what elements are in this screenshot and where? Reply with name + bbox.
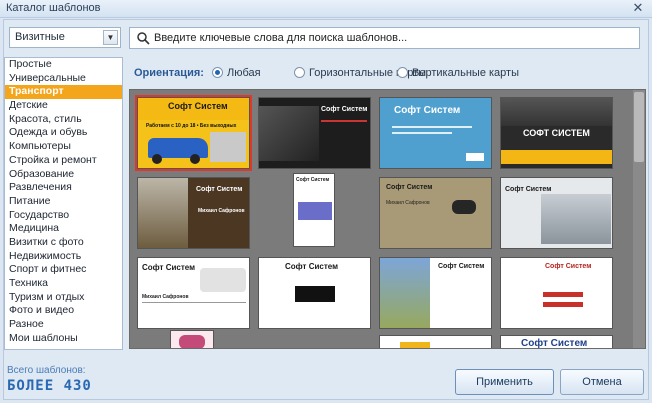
template-card[interactable]: Софт Систем: [258, 97, 371, 169]
card-name: Михаил Сафронов: [142, 294, 189, 300]
category-item[interactable]: Простые: [5, 58, 122, 72]
card-title: Софт Систем: [394, 105, 461, 116]
template-card[interactable]: Софт Систем: [293, 173, 335, 247]
category-item-selected[interactable]: Транспорт: [5, 85, 122, 100]
template-card[interactable]: [379, 335, 492, 348]
cancel-button[interactable]: Отмена: [560, 369, 644, 395]
category-item[interactable]: Туризм и отдых: [5, 291, 122, 305]
category-item[interactable]: Стройка и ремонт: [5, 154, 122, 168]
category-item[interactable]: Техника: [5, 277, 122, 291]
card-title: Софт Систем: [545, 263, 592, 270]
card-title: Софт Систем: [521, 338, 588, 349]
template-card[interactable]: Софт Систем Работаем с 10 до 18 • Без вы…: [135, 95, 252, 171]
template-type-select[interactable]: Визитные ▼: [9, 27, 121, 48]
orientation-any-radio[interactable]: Любая: [212, 67, 261, 79]
templates-count-label: Всего шаблонов:: [7, 365, 86, 376]
template-card[interactable]: Софт Систем: [500, 335, 613, 349]
orientation-bar: Ориентация: Любая Горизонтальные карты В…: [129, 60, 646, 86]
card-title: Софт Систем: [168, 101, 228, 111]
search-placeholder: Введите ключевые слова для поиска шаблон…: [154, 32, 408, 44]
card-title: Софт Систем: [386, 184, 433, 191]
template-gallery[interactable]: Софт Систем Работаем с 10 до 18 • Без вы…: [129, 89, 646, 349]
orientation-vertical-radio[interactable]: Вертикальные карты: [397, 67, 519, 79]
title-bar: Каталог шаблонов ✕: [0, 0, 652, 18]
search-icon: [137, 32, 150, 45]
category-item[interactable]: Разное: [5, 318, 122, 332]
category-item[interactable]: Развлечения: [5, 181, 122, 195]
category-item[interactable]: Недвижимость: [5, 250, 122, 264]
card-title: Софт Систем: [505, 186, 552, 193]
card-title: Софт Систем: [321, 106, 368, 113]
category-item[interactable]: Компьютеры: [5, 140, 122, 154]
template-card[interactable]: Софт Систем Михаил Сафронов: [379, 177, 492, 249]
category-item[interactable]: Красота, стиль: [5, 113, 122, 127]
category-list[interactable]: Простые Универсальные Транспорт Детские …: [4, 57, 123, 350]
card-title: Софт Систем: [285, 262, 339, 271]
category-item[interactable]: Спорт и фитнес: [5, 263, 122, 277]
window-title: Каталог шаблонов: [6, 2, 101, 14]
gallery-scrollbar[interactable]: [633, 90, 645, 348]
category-item[interactable]: Визитки с фото: [5, 236, 122, 250]
category-item[interactable]: Фото и видео: [5, 304, 122, 318]
card-title: Софт Систем: [438, 263, 485, 270]
category-item[interactable]: Универсальные: [5, 72, 122, 86]
card-name: Михаил Сафронов: [198, 208, 245, 214]
template-card[interactable]: Софт Систем: [379, 97, 492, 169]
apply-button[interactable]: Применить: [455, 369, 554, 395]
template-card[interactable]: Софт Систем: [500, 177, 613, 249]
template-card[interactable]: Софт Систем: [500, 257, 613, 329]
card-title: Софт Систем: [296, 177, 330, 183]
template-card[interactable]: Софт Систем Михаил Сафронов: [137, 257, 250, 329]
close-icon[interactable]: ✕: [630, 1, 646, 15]
category-item[interactable]: Мои шаблоны: [5, 332, 122, 346]
orientation-label: Ориентация:: [134, 67, 204, 79]
card-title: Софт Систем: [142, 263, 196, 272]
scrollbar-thumb[interactable]: [634, 92, 644, 162]
template-type-value: Визитные: [15, 31, 65, 43]
card-text: Работаем с 10 до 18 • Без выходных: [146, 123, 237, 129]
template-card[interactable]: [170, 330, 214, 348]
card-name: Михаил Сафронов: [386, 200, 430, 206]
template-card[interactable]: Софт Систем Михаил Сафронов: [137, 177, 250, 249]
category-item[interactable]: Питание: [5, 195, 122, 209]
radio-label: Любая: [227, 67, 261, 79]
radio-label: Вертикальные карты: [412, 67, 519, 79]
card-title: СОФТ СИСТЕМ: [523, 128, 590, 138]
category-item[interactable]: Государство: [5, 209, 122, 223]
search-input[interactable]: Введите ключевые слова для поиска шаблон…: [129, 27, 640, 49]
templates-count-value: БОЛЕЕ 430: [7, 378, 92, 394]
card-title: Софт Систем: [196, 186, 243, 193]
category-item[interactable]: Детские: [5, 99, 122, 113]
template-card[interactable]: СОФТ СИСТЕМ: [500, 97, 613, 169]
category-item[interactable]: Медицина: [5, 222, 122, 236]
chevron-down-icon[interactable]: ▼: [103, 30, 118, 45]
template-card[interactable]: Софт Систем: [258, 257, 371, 329]
category-item[interactable]: Образование: [5, 168, 122, 182]
template-card[interactable]: Софт Систем: [379, 257, 492, 329]
category-item[interactable]: Одежда и обувь: [5, 126, 122, 140]
